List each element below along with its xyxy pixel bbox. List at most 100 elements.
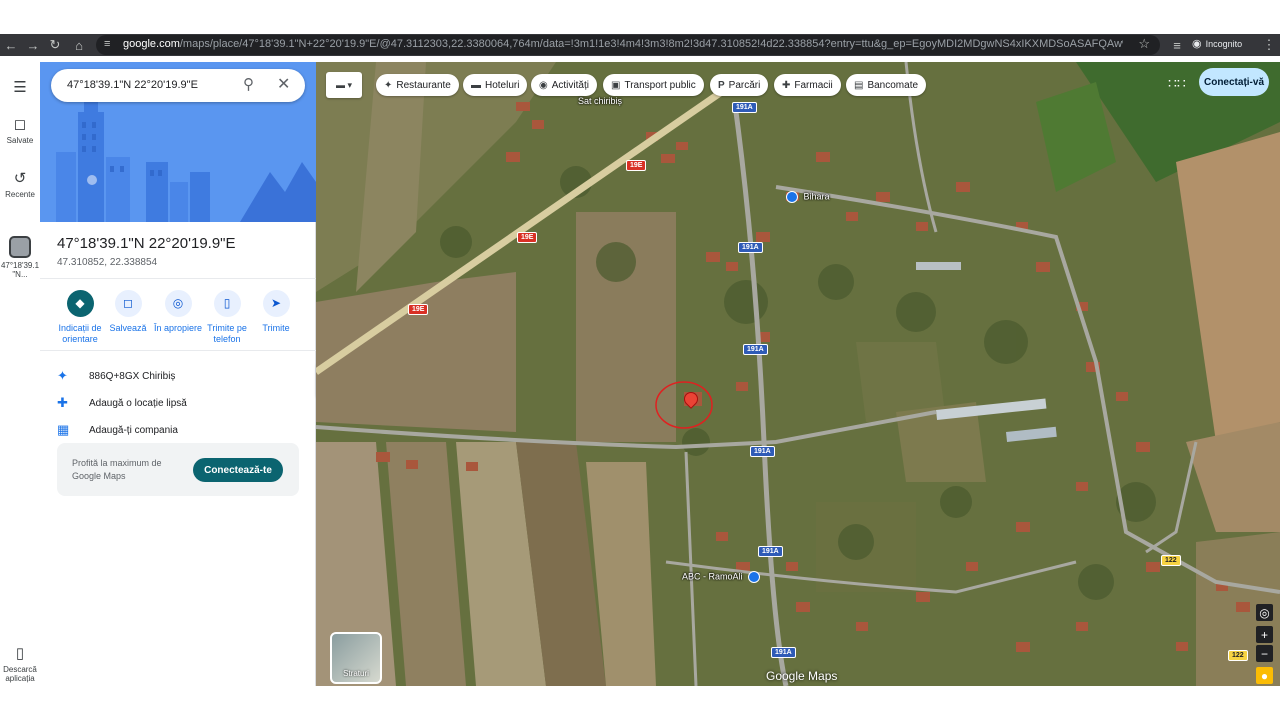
chip-activities-label: Activități [551, 79, 589, 91]
home-icon[interactable]: ⌂ [68, 34, 90, 56]
google-maps-logo: Google Maps [766, 669, 838, 683]
village-label[interactable]: Sat chiribiș [578, 96, 622, 106]
poi-icon [748, 571, 761, 583]
chip-parking-label: Parcări [728, 79, 761, 91]
phone-icon: ▯ [213, 290, 241, 317]
save-button[interactable]: ◻ Salvează [102, 290, 154, 334]
share-icon: ➤ [262, 290, 290, 317]
search-icon[interactable]: ⚲ [243, 75, 254, 93]
send-to-phone-button[interactable]: ▯ Trimite pe telefon [201, 290, 253, 345]
road-shield-122: 122 [1228, 650, 1248, 661]
directions-button[interactable]: ◆ Indicații de orientare [54, 290, 106, 345]
road-shield-19e: 19E [517, 232, 538, 243]
plus-code-icon: ✦ [57, 368, 68, 383]
bed-icon: ▬ [471, 79, 481, 91]
place-thumbnail-icon [9, 236, 31, 258]
chip-atms[interactable]: ▤ Bancomate [846, 74, 927, 96]
chip-activities[interactable]: ◉ Activități [531, 74, 597, 96]
reading-list-icon[interactable]: ≡ [1166, 34, 1188, 56]
nearby-label: În apropiere [153, 323, 203, 333]
chip-hotels[interactable]: ▬ Hoteluri [463, 74, 528, 96]
download-line2: aplicația [5, 674, 35, 683]
url-text[interactable]: google.com/maps/place/47°18'39.1"N+22°20… [123, 38, 1123, 50]
keyboard-shortcut-button[interactable]: ▬ ▾ [326, 72, 362, 98]
divider [40, 278, 316, 279]
hamburger-menu-icon: ☰ [13, 79, 27, 96]
camera-icon: ◉ [539, 79, 548, 91]
road-shield-191a: 191A [750, 446, 775, 457]
sign-in-promo: Profită la maximum de Google Maps Conect… [57, 443, 299, 496]
chip-atms-label: Bancomate [867, 79, 919, 91]
nearby-icon: ◎ [164, 290, 192, 317]
recent-place-line1: 47°18'39.1 [0, 261, 40, 270]
add-location-icon: ✚ [57, 395, 68, 410]
download-line1: Descarcă [3, 665, 37, 674]
road-shield-191a: 191A [771, 647, 796, 658]
add-business-row[interactable]: ▦ Adaugă-ți compania [57, 422, 178, 438]
chip-parking[interactable]: P Parcări [710, 74, 769, 96]
chip-transit[interactable]: ▣ Transport public [603, 74, 704, 96]
share-button[interactable]: ➤ Trimite [250, 290, 302, 334]
road-shield-191a: 191A [732, 102, 757, 113]
search-input[interactable]: 47°18'39.1"N 22°20'19.9"E [67, 79, 198, 91]
site-settings-icon[interactable]: ≡ [104, 38, 110, 50]
zoom-out-button[interactable]: − [1256, 645, 1273, 662]
recent-place-button[interactable]: 47°18'39.1 "N... [0, 236, 40, 279]
chip-pharmacies-label: Farmacii [794, 79, 833, 91]
close-icon[interactable]: ✕ [277, 74, 290, 94]
recent-button[interactable]: ↺ Recente [0, 169, 40, 199]
google-apps-icon[interactable]: ∷∷ [1168, 75, 1186, 92]
search-box[interactable]: 47°18'39.1"N 22°20'19.9"E ⚲ ✕ [51, 69, 305, 102]
forward-icon[interactable]: → [22, 34, 44, 56]
add-place-row[interactable]: ✚ Adaugă o locație lipsă [57, 395, 187, 411]
nearby-button[interactable]: ◎ În apropiere [152, 290, 204, 334]
incognito-badge[interactable]: ◉ Incognito [1192, 37, 1242, 50]
satellite-imagery [316, 62, 1280, 686]
layers-label: Straturi [343, 669, 369, 678]
divider [40, 350, 316, 351]
address-bar[interactable]: ≡ google.com/maps/place/47°18'39.1"N+22°… [96, 35, 1160, 55]
sign-in-map-button[interactable]: Conectați-vă [1199, 68, 1269, 96]
download-app-button[interactable]: ▯ Descarcă aplicația [0, 644, 40, 683]
poi-icon [786, 191, 798, 203]
reload-icon[interactable]: ↻ [44, 34, 66, 56]
left-rail: ☰ ◻ Salvate ↺ Recente 47°18'39.1 "N... ▯… [0, 62, 40, 686]
add-place-text: Adaugă o locație lipsă [89, 397, 187, 409]
bihara-label[interactable]: Bihara [786, 191, 830, 203]
pharmacy-icon: ✚ [782, 79, 791, 91]
plus-code-row[interactable]: ✦ 886Q+8GX Chiribiș [57, 368, 175, 384]
url-path: /maps/place/47°18'39.1"N+22°20'19.9"E/@4… [179, 38, 1123, 50]
my-location-icon[interactable]: ◎ [1256, 604, 1273, 621]
layers-button[interactable]: Straturi [330, 632, 382, 684]
add-business-text: Adaugă-ți compania [89, 424, 178, 436]
chip-restaurants[interactable]: ✦ Restaurante [376, 74, 459, 96]
directions-label-2: orientare [62, 334, 98, 344]
atm-icon: ▤ [854, 79, 864, 91]
chip-transit-label: Transport public [624, 79, 696, 91]
incognito-label: Incognito [1205, 38, 1243, 49]
sign-in-button[interactable]: Conectează-te [193, 458, 283, 482]
parking-icon: P [718, 79, 725, 91]
add-business-icon: ▦ [57, 422, 70, 437]
road-shield-19e: 19E [626, 160, 647, 171]
satellite-map[interactable]: ▬ ▾ ✦ Restaurante ▬ Hoteluri ◉ Activităț… [316, 62, 1280, 686]
zoom-in-button[interactable]: + [1256, 626, 1273, 643]
place-title: 47°18'39.1"N 22°20'19.9"E [57, 235, 236, 252]
saved-label: Salvate [6, 136, 34, 145]
history-icon: ↺ [13, 170, 27, 187]
chip-pharmacies[interactable]: ✚ Farmacii [774, 74, 841, 96]
road-shield-191a: 191A [758, 546, 783, 557]
abc-label[interactable]: ABC - RamoAli [682, 571, 761, 583]
place-decimal-coords: 47.310852, 22.338854 [57, 257, 158, 268]
more-menu-icon[interactable]: ⋮ [1258, 34, 1280, 56]
menu-button[interactable]: ☰ [0, 78, 40, 99]
road-shield-191a: 191A [743, 344, 768, 355]
chip-restaurants-label: Restaurante [396, 79, 451, 91]
bihara-text: Bihara [803, 191, 830, 202]
road-shield-122: 122 [1161, 555, 1181, 566]
pegman-icon[interactable]: ● [1256, 667, 1273, 684]
saved-button[interactable]: ◻ Salvate [0, 115, 40, 145]
hero-illustration: 47°18'39.1"N 22°20'19.9"E ⚲ ✕ [40, 62, 316, 222]
bookmark-star-icon[interactable]: ☆ [1138, 36, 1150, 52]
back-icon[interactable]: ← [0, 34, 22, 56]
